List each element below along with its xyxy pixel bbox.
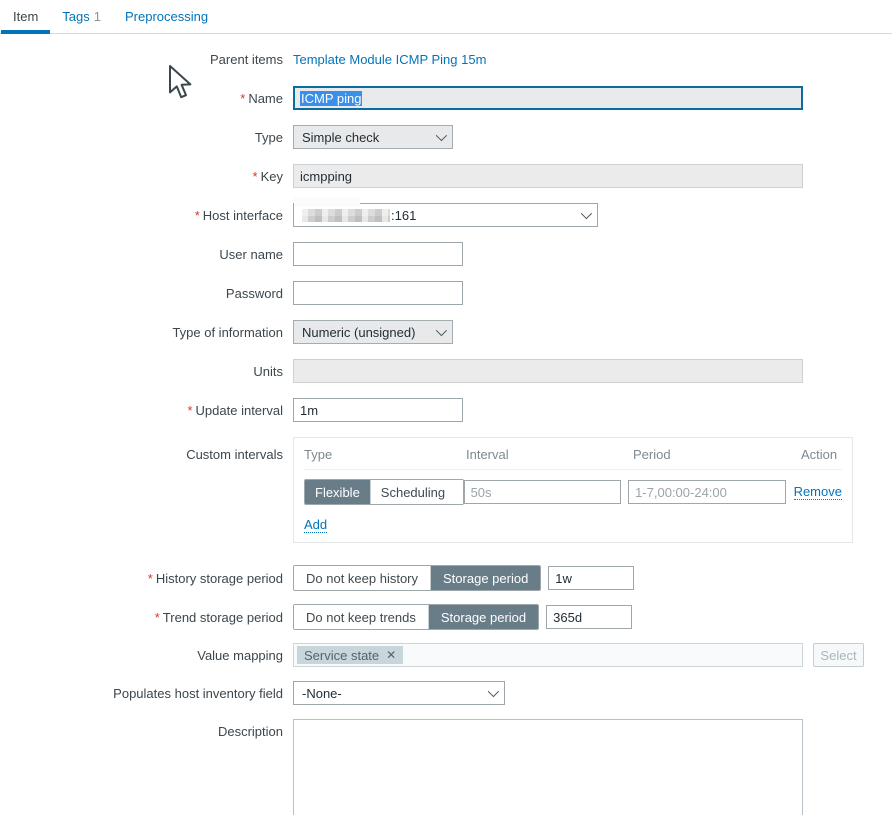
col-header-action: Action: [801, 447, 838, 462]
chevron-down-icon: [487, 685, 500, 698]
do-not-keep-trends-button[interactable]: Do not keep trends: [294, 605, 429, 629]
key-input[interactable]: [293, 164, 803, 188]
redaction-artifact: [294, 197, 360, 207]
chip-remove-icon[interactable]: ✕: [386, 648, 396, 662]
required-asterisk: *: [194, 207, 200, 223]
row-update-interval: * Update interval: [0, 398, 892, 422]
row-name: * Name ICMP ping: [0, 86, 892, 110]
value-mapping-chip-label: Service state: [304, 647, 380, 663]
tab-preprocessing[interactable]: Preprocessing: [113, 0, 220, 33]
type-select[interactable]: Simple check: [293, 125, 453, 149]
interval-type-segmented: Flexible Scheduling: [304, 479, 464, 505]
do-not-keep-history-button[interactable]: Do not keep history: [294, 566, 432, 590]
custom-interval-row: Flexible Scheduling Remove: [304, 470, 842, 505]
inventory-field-select[interactable]: -None-: [293, 681, 505, 705]
value-mapping-multiselect[interactable]: Service state ✕: [293, 643, 803, 667]
row-description: Description: [0, 719, 892, 815]
required-asterisk: *: [252, 168, 258, 184]
type-of-information-label: Type of information: [172, 324, 283, 340]
chevron-down-icon: [435, 324, 448, 337]
row-value-mapping: Value mapping Service state ✕ Select: [0, 643, 892, 667]
tab-item[interactable]: Item: [1, 0, 51, 34]
required-asterisk: *: [154, 609, 160, 625]
inventory-field-value: -None-: [302, 685, 342, 701]
col-header-type: Type: [304, 447, 333, 462]
trend-storage-period-button[interactable]: Storage period: [428, 605, 539, 629]
description-label: Description: [217, 724, 283, 739]
value-mapping-select-button[interactable]: Select: [813, 643, 864, 667]
parent-items-label: Parent items: [210, 52, 283, 67]
history-storage-label: * History storage period: [147, 570, 283, 586]
user-name-input[interactable]: [293, 242, 463, 266]
units-input[interactable]: [293, 359, 803, 383]
inventory-field-label: Populates host inventory field: [113, 685, 283, 701]
required-asterisk: *: [187, 402, 193, 418]
custom-intervals-header: Type Interval Period Action: [304, 438, 842, 470]
update-interval-label: * Update interval: [187, 402, 283, 418]
row-type-of-information: Type of information Numeric (unsigned): [0, 320, 892, 344]
row-type: Type Simple check: [0, 125, 892, 149]
add-interval-link[interactable]: Add: [304, 517, 328, 533]
tab-preprocessing-label: Preprocessing: [125, 9, 209, 24]
redacted-ip-block: [302, 208, 390, 222]
row-host-interface: * Host interface :161: [0, 197, 892, 227]
row-password: Password: [0, 281, 892, 305]
interval-input[interactable]: [463, 480, 621, 504]
name-input[interactable]: ICMP ping: [293, 86, 803, 110]
history-storage-segmented: Do not keep history Storage period: [293, 565, 542, 591]
type-label: Type: [254, 129, 283, 145]
history-storage-input[interactable]: [548, 566, 635, 590]
tab-tags[interactable]: Tags 1: [50, 0, 113, 33]
row-key: * Key: [0, 164, 892, 188]
user-name-label: User name: [219, 246, 283, 262]
password-label: Password: [225, 285, 283, 301]
custom-intervals-label: Custom intervals: [186, 447, 283, 462]
units-label: Units: [253, 363, 283, 379]
name-label: * Name: [240, 90, 283, 106]
host-interface-label: * Host interface: [194, 207, 283, 223]
password-input[interactable]: [293, 281, 463, 305]
required-asterisk: *: [147, 570, 153, 586]
type-of-information-value: Numeric (unsigned): [302, 324, 416, 340]
row-history-storage: * History storage period Do not keep hist…: [0, 565, 892, 591]
update-interval-input[interactable]: [293, 398, 463, 422]
tab-tags-label: Tags: [62, 9, 90, 24]
col-header-period: Period: [633, 447, 671, 462]
custom-intervals-table: Type Interval Period Action Flexible Sch…: [293, 437, 853, 543]
value-mapping-label: Value mapping: [197, 647, 283, 663]
period-input[interactable]: [628, 480, 787, 504]
host-interface-value: :161: [302, 208, 416, 223]
chevron-down-icon: [580, 207, 593, 220]
type-select-value: Simple check: [302, 129, 380, 145]
chevron-down-icon: [435, 129, 448, 142]
name-input-selected-text: ICMP ping: [300, 90, 363, 106]
type-of-information-select[interactable]: Numeric (unsigned): [293, 320, 453, 344]
col-header-interval: Interval: [466, 447, 509, 462]
row-trend-storage: * Trend storage period Do not keep trends…: [0, 604, 892, 630]
required-asterisk: *: [240, 90, 246, 106]
tab-bar: Item Tags 1 Preprocessing: [0, 0, 892, 34]
parent-template-link[interactable]: Template Module ICMP Ping 15m: [293, 52, 486, 67]
row-inventory-field: Populates host inventory field -None-: [0, 681, 892, 705]
trend-storage-input[interactable]: [546, 605, 633, 629]
value-mapping-chip: Service state ✕: [297, 646, 404, 664]
history-storage-period-button[interactable]: Storage period: [431, 566, 541, 590]
description-textarea[interactable]: [293, 719, 803, 815]
key-label: * Key: [252, 168, 283, 184]
interval-type-flexible-button[interactable]: Flexible: [305, 480, 371, 504]
remove-interval-link[interactable]: Remove: [793, 484, 842, 500]
item-form: Parent items Template Module ICMP Ping 1…: [0, 34, 892, 815]
trend-storage-segmented: Do not keep trends Storage period: [293, 604, 540, 630]
row-parent-items: Parent items Template Module ICMP Ping 1…: [0, 52, 892, 67]
interval-type-scheduling-button[interactable]: Scheduling: [370, 480, 456, 504]
row-custom-intervals: Custom intervals Type Interval Period Ac…: [0, 437, 892, 543]
tab-tags-count-badge: 1: [93, 9, 101, 24]
row-units: Units: [0, 359, 892, 383]
tab-item-label: Item: [13, 9, 39, 24]
row-user-name: User name: [0, 242, 892, 266]
trend-storage-label: * Trend storage period: [154, 609, 283, 625]
